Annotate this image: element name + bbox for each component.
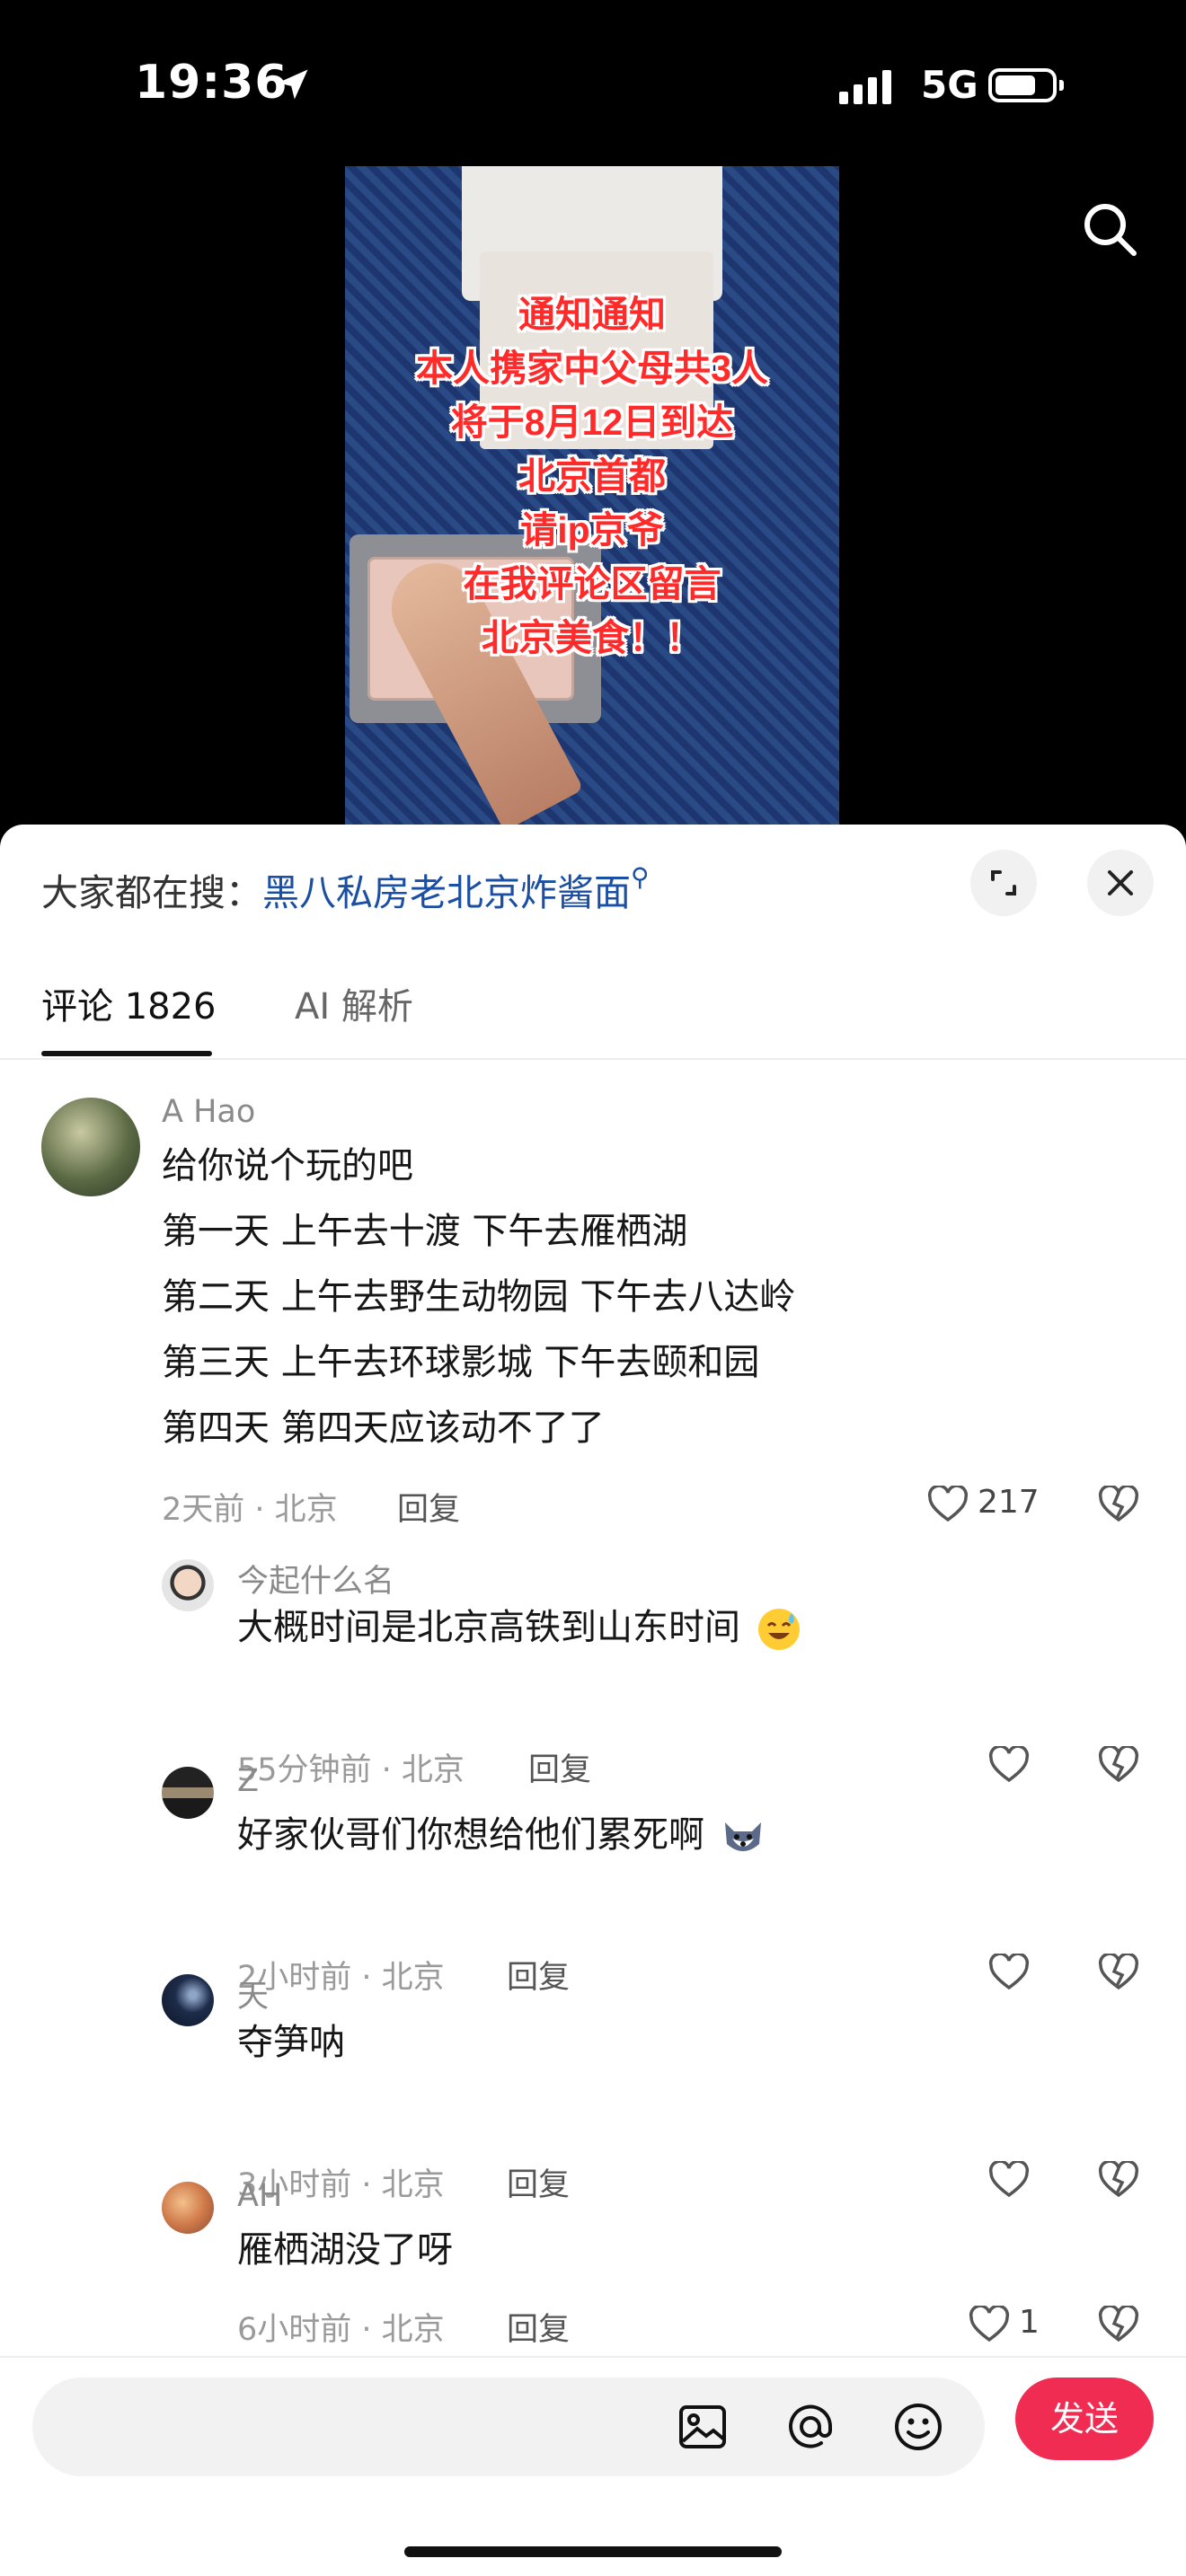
overlay-line: 北京首都 bbox=[518, 455, 666, 497]
avatar[interactable] bbox=[162, 1767, 214, 1819]
image-icon[interactable] bbox=[676, 2400, 730, 2454]
emoji-icon[interactable] bbox=[891, 2400, 945, 2454]
reply-button[interactable]: 回复 bbox=[507, 2159, 570, 2205]
tab-bar: 评论 1826 AI 解析 bbox=[0, 977, 1186, 1060]
comment-username[interactable]: A Hao bbox=[162, 1094, 255, 1130]
comment-meta: 6小时前 · 北京 bbox=[237, 2312, 445, 2348]
comment-text: 夺笋呐 bbox=[237, 2010, 345, 2076]
video-player[interactable]: 通知通知 本人携家中父母共3人 将于8月12日到达 北京首都 请ip京爷 在我评… bbox=[345, 166, 839, 826]
expand-button[interactable] bbox=[970, 850, 1037, 916]
overlay-line: 本人携家中父母共3人 bbox=[416, 348, 768, 389]
close-button[interactable] bbox=[1087, 850, 1154, 916]
like-icon[interactable] bbox=[988, 1954, 1030, 1991]
status-time: 19:36 bbox=[135, 56, 288, 110]
tab-ai-analysis[interactable]: AI 解析 bbox=[295, 977, 413, 1029]
active-tab-indicator bbox=[41, 1051, 212, 1056]
overlay-line: 在我评论区留言 bbox=[463, 563, 721, 604]
comment-meta: 55分钟前 · 北京 bbox=[237, 1752, 465, 1788]
comment-input-bar: 发送 bbox=[0, 2356, 1186, 2576]
expand-icon bbox=[991, 870, 1016, 895]
comment-input[interactable] bbox=[32, 2378, 985, 2476]
comment-sheet: 大家都在搜：黑八私房老北京炸酱面⚲ 评论 1826 AI 解析 A Hao 给你… bbox=[0, 825, 1186, 2576]
dislike-icon[interactable] bbox=[1098, 1486, 1139, 1523]
location-arrow-icon bbox=[278, 69, 308, 100]
comment-line: 大概时间是北京高铁到山东时间 bbox=[237, 1607, 740, 1648]
network-type: 5G bbox=[921, 63, 978, 107]
comment-line: 雁栖湖没了呀 bbox=[237, 2229, 453, 2271]
comment-text: 雁栖湖没了呀 bbox=[237, 2218, 453, 2283]
comment-text: 好家伙哥们你想给他们累死啊 bbox=[237, 1803, 766, 1868]
battery-icon bbox=[988, 68, 1064, 102]
avatar[interactable] bbox=[162, 1559, 214, 1611]
avatar[interactable] bbox=[162, 2182, 214, 2234]
avatar[interactable] bbox=[41, 1098, 140, 1196]
comment-username[interactable]: AH bbox=[237, 2178, 282, 2214]
status-bar: 19:36 5G bbox=[0, 0, 1186, 171]
overlay-line: 北京美食！！ bbox=[482, 617, 703, 658]
mention-icon[interactable] bbox=[783, 2400, 837, 2454]
comment-line: 好家伙哥们你想给他们累死啊 bbox=[237, 1814, 704, 1856]
search-small-icon: ⚲ bbox=[631, 862, 650, 892]
like-icon[interactable] bbox=[988, 1746, 1030, 1784]
avatar[interactable] bbox=[162, 1974, 214, 2026]
dislike-icon[interactable] bbox=[1098, 2306, 1139, 2343]
tab-comments[interactable]: 评论 1826 bbox=[41, 977, 217, 1029]
comment-text: 给你说个玩的吧 第一天 上午去十渡 下午去雁栖湖 第二天 上午去野生动物园 下午… bbox=[162, 1134, 795, 1461]
comment-line: 夺笋呐 bbox=[237, 2022, 345, 2063]
comment-line: 给你说个玩的吧 bbox=[162, 1145, 413, 1187]
like-icon[interactable] bbox=[969, 2306, 1010, 2343]
overlay-line: 请ip京爷 bbox=[520, 509, 664, 551]
reply-button[interactable]: 回复 bbox=[507, 1952, 570, 1998]
sweat-smile-emoji-icon bbox=[757, 1609, 800, 1650]
close-icon bbox=[1108, 870, 1133, 895]
like-count: 217 bbox=[978, 1484, 1040, 1521]
trending-keyword[interactable]: 黑八私房老北京炸酱面 bbox=[262, 871, 631, 914]
trending-search[interactable]: 大家都在搜：黑八私房老北京炸酱面⚲ bbox=[41, 862, 650, 916]
video-overlay-text: 通知通知 本人携家中父母共3人 将于8月12日到达 北京首都 请ip京爷 在我评… bbox=[345, 287, 839, 665]
reply-button[interactable]: 回复 bbox=[507, 2304, 570, 2350]
comment-line: 第一天 上午去十渡 下午去雁栖湖 bbox=[162, 1211, 688, 1252]
like-icon[interactable] bbox=[927, 1486, 969, 1523]
reply-button[interactable]: 回复 bbox=[528, 1744, 591, 1790]
dislike-icon[interactable] bbox=[1098, 2161, 1139, 2199]
trending-prefix: 大家都在搜： bbox=[41, 871, 262, 914]
search-icon[interactable] bbox=[1078, 198, 1141, 260]
comment-line: 第二天 上午去野生动物园 下午去八达岭 bbox=[162, 1276, 796, 1318]
overlay-line: 通知通知 bbox=[518, 294, 666, 335]
husky-emoji-icon bbox=[724, 1822, 761, 1851]
home-indicator[interactable] bbox=[404, 2546, 782, 2557]
comment-text: 大概时间是北京高铁到山东时间 bbox=[237, 1595, 802, 1661]
comment-line: 第四天 第四天应该动不了了 bbox=[162, 1407, 605, 1449]
dislike-icon[interactable] bbox=[1098, 1746, 1139, 1784]
overlay-line: 将于8月12日到达 bbox=[450, 401, 734, 443]
like-count: 1 bbox=[1019, 2304, 1040, 2341]
dislike-icon[interactable] bbox=[1098, 1954, 1139, 1991]
comment-username[interactable]: Z bbox=[237, 1763, 259, 1799]
comment-line: 第三天 上午去环球影城 下午去颐和园 bbox=[162, 1342, 760, 1383]
like-icon[interactable] bbox=[988, 2161, 1030, 2199]
send-button[interactable]: 发送 bbox=[1015, 2378, 1154, 2460]
reply-button[interactable]: 回复 bbox=[397, 1484, 460, 1530]
comment-meta: 2天前 · 北京 bbox=[162, 1492, 338, 1528]
cellular-signal-icon bbox=[839, 70, 897, 104]
